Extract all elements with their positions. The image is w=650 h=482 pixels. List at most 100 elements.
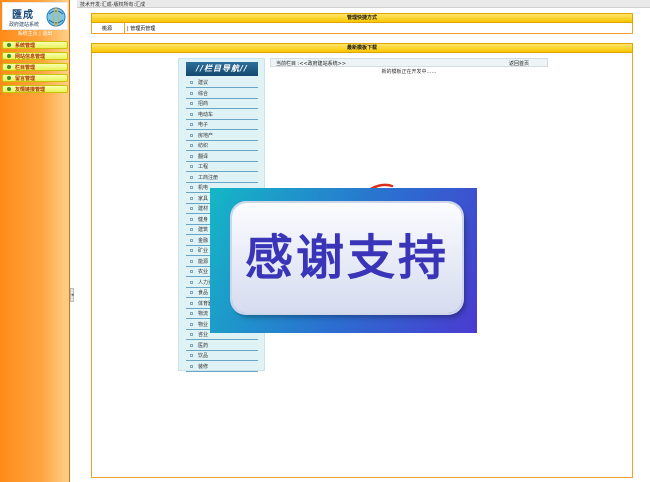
nav-item-label: 矿业 [198, 248, 209, 254]
nav-item[interactable]: 建议 [186, 78, 258, 88]
square-bullet-icon [190, 175, 193, 179]
nav-item-label: 食品 [198, 290, 209, 296]
bullet-icon [7, 43, 11, 47]
nav-item-label: 建材 [198, 206, 209, 212]
globe-emblem-icon [46, 7, 66, 27]
template-download-header: 最新模板下载 [91, 43, 633, 53]
square-bullet-icon [190, 91, 193, 95]
top-bar: 技术开发:汇成-版权所有:汇成 [77, 0, 650, 8]
square-bullet-icon [190, 259, 193, 263]
square-bullet-icon [190, 333, 193, 336]
bullet-icon [7, 76, 11, 80]
column-navigation-banner: //栏目导航// [186, 62, 258, 76]
nav-item-label: 能源 [198, 258, 209, 265]
logo-title: 匯成 [12, 10, 34, 21]
menu-item-columns[interactable]: 栏目管理 [2, 63, 68, 71]
square-bullet-icon [190, 112, 193, 116]
nav-item-label: 金融 [198, 237, 209, 244]
menu-item-label: 系统管理 [15, 42, 36, 49]
nav-item[interactable]: 电动车 [186, 110, 258, 120]
menu-item-links[interactable]: 友情链接管理 [2, 85, 68, 93]
logo-subtitle: 政府建站系统 [9, 22, 40, 28]
nav-item[interactable]: 工程 [186, 162, 258, 172]
nav-item-label: 工商注册 [198, 174, 219, 181]
square-bullet-icon [190, 102, 193, 105]
nav-item[interactable]: 工商注册 [186, 173, 258, 183]
thank-you-text: 感谢支持 [244, 230, 449, 286]
square-bullet-icon [190, 238, 193, 242]
nav-item-label: 招商 [198, 101, 209, 107]
bullet-icon [7, 87, 11, 91]
square-bullet-icon [190, 228, 193, 231]
square-bullet-icon [190, 133, 193, 137]
nav-item-label: 电动车 [198, 111, 214, 118]
nav-item-label: 综合 [198, 90, 209, 97]
menu-item-label: 友情链接管理 [15, 86, 46, 93]
square-bullet-icon [190, 123, 193, 126]
square-bullet-icon [190, 364, 193, 368]
nav-item[interactable]: 房地产 [186, 131, 258, 141]
quick-links-header: 管理快捷方式 [91, 13, 633, 23]
square-bullet-icon [190, 196, 193, 200]
nav-item-label: 建议 [198, 80, 209, 86]
nav-item[interactable]: 电子 [186, 120, 258, 130]
square-bullet-icon [190, 186, 193, 189]
nav-item-label: 纺织 [198, 143, 209, 149]
quick-links-row: 桃源 | 管理页管理 [91, 23, 633, 34]
sidebar-header[interactable]: 系统主页 | 退出 [0, 31, 70, 38]
square-bullet-icon [190, 322, 193, 326]
nav-item[interactable]: 翻译 [186, 152, 258, 162]
nav-item-label: 翻译 [198, 153, 209, 160]
square-bullet-icon [190, 144, 193, 147]
nav-item[interactable]: 医药 [186, 341, 258, 351]
nav-item-label: 健身 [198, 216, 209, 223]
nav-item-label: 装修 [198, 363, 209, 370]
sidebar-collapse-handle[interactable]: ◂ [70, 288, 74, 302]
nav-item[interactable]: 装修 [186, 362, 258, 372]
back-home-link[interactable]: 返回首页 [509, 60, 529, 67]
nav-item-label: 饮品 [198, 353, 209, 359]
breadcrumb-text: 当前栏目 :<<政府建站系统>> [276, 61, 347, 67]
square-bullet-icon [190, 270, 193, 273]
development-message: 新的模板正在开发中…… [381, 69, 437, 75]
square-bullet-icon [190, 165, 193, 168]
breadcrumb: 当前栏目 :<<政府建站系统>> 返回首页 [270, 58, 548, 67]
divider [124, 23, 125, 33]
nav-item[interactable]: 招商 [186, 99, 258, 109]
nav-item-label: 物业 [198, 321, 209, 328]
menu-item-system[interactable]: 系统管理 [2, 41, 68, 49]
nav-item-label: 医药 [198, 342, 209, 349]
menu-item-label: 留言管理 [15, 75, 36, 82]
menu-item-label: 栏目管理 [15, 64, 36, 71]
nav-item-label: 农业 [198, 269, 209, 275]
bullet-icon [7, 54, 11, 58]
square-bullet-icon [190, 280, 193, 284]
menu-item-messages[interactable]: 留言管理 [2, 74, 68, 82]
square-bullet-icon [190, 154, 193, 158]
nav-item-label: 物流 [198, 311, 209, 317]
nav-item[interactable]: 综合 [186, 89, 258, 99]
copyright-text: 技术开发:汇成-版权所有:汇成 [80, 2, 146, 8]
nav-item[interactable]: 饮品 [186, 351, 258, 361]
sidebar: 匯成 政府建站系统 系统主页 | 退出 系统管理 网站信息管理 栏目管理 留言管… [0, 0, 70, 482]
square-bullet-icon [190, 291, 193, 294]
nav-item-label: 工程 [198, 164, 209, 170]
nav-item-label: 咨业 [198, 332, 209, 338]
menu-item-site-info[interactable]: 网站信息管理 [2, 52, 68, 60]
square-bullet-icon [190, 301, 193, 305]
nav-item-label: 电子 [198, 122, 209, 128]
thank-you-plate: 感谢支持 [232, 203, 462, 313]
quick-link-home[interactable]: 桃源 [102, 25, 112, 32]
nav-item[interactable]: 纺织 [186, 141, 258, 151]
logo[interactable]: 匯成 政府建站系统 [2, 2, 68, 30]
quick-link-page-manage[interactable]: | 管理页管理 [127, 25, 155, 32]
nav-item-label: 家具 [198, 195, 209, 202]
square-bullet-icon [190, 249, 193, 252]
square-bullet-icon [190, 354, 193, 357]
square-bullet-icon [190, 207, 193, 210]
nav-item-label: 建筑 [198, 227, 209, 233]
nav-item-label: 房地产 [198, 132, 214, 139]
thank-you-banner: 感谢支持 [210, 188, 477, 333]
bullet-icon [7, 65, 11, 69]
square-bullet-icon [190, 217, 193, 221]
